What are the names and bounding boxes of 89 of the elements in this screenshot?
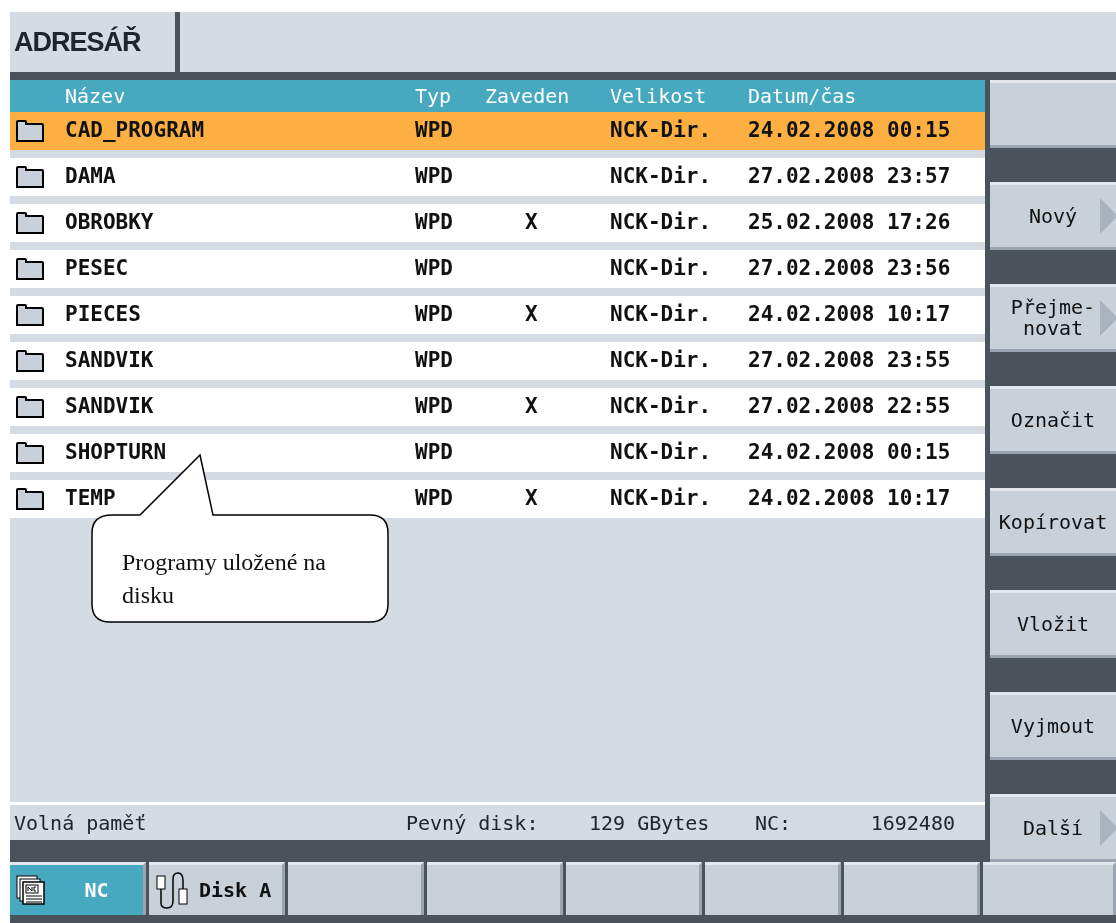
tab[interactable] — [566, 862, 702, 915]
memory-label: Volná paměť — [14, 809, 148, 837]
file-name: SHOPTURN — [65, 439, 168, 467]
file-size: NCK-Dir. — [610, 209, 713, 237]
folder-icon — [16, 488, 44, 511]
column-header: Velikost — [610, 83, 708, 110]
folder-icon — [16, 442, 44, 465]
file-type: WPD — [415, 163, 454, 191]
folder-icon — [16, 396, 44, 419]
tab[interactable] — [844, 862, 980, 915]
folder-icon — [16, 212, 44, 235]
file-date: 24.02.2008 10:17 — [748, 485, 952, 513]
usb-cable-icon — [155, 871, 189, 909]
table-row[interactable]: SANDVIK WPD X NCK-Dir. 27.02.2008 22:55 — [10, 388, 985, 426]
table-row[interactable]: DAMA WPD NCK-Dir. 27.02.2008 23:57 — [10, 158, 985, 196]
file-name: CAD_PROGRAM — [65, 117, 206, 145]
file-name: TEMP — [65, 485, 117, 513]
file-type: WPD — [415, 255, 454, 283]
file-size: NCK-Dir. — [610, 117, 713, 145]
file-name: PESEC — [65, 255, 130, 283]
file-type: WPD — [415, 485, 454, 513]
softkey-button[interactable] — [990, 80, 1116, 148]
file-size: NCK-Dir. — [610, 163, 713, 191]
softkey-button[interactable]: Nový — [990, 182, 1116, 250]
loaded-mark: X — [524, 301, 539, 329]
file-type: WPD — [415, 301, 454, 329]
file-date: 27.02.2008 22:55 — [748, 393, 952, 421]
file-name: SANDVIK — [65, 393, 155, 421]
loaded-mark: X — [524, 393, 539, 421]
file-size: NCK-Dir. — [610, 255, 713, 283]
folder-icon — [16, 304, 44, 327]
table-row[interactable]: PIECES WPD X NCK-Dir. 24.02.2008 10:17 — [10, 296, 985, 334]
tab[interactable] — [705, 862, 841, 915]
softkey-button[interactable]: Další — [990, 794, 1116, 862]
table-row[interactable]: PESEC WPD NCK-Dir. 27.02.2008 23:56 — [10, 250, 985, 288]
file-size: NCK-Dir. — [610, 393, 713, 421]
table-row[interactable]: CAD_PROGRAM WPD NCK-Dir. 24.02.2008 00:15 — [10, 112, 985, 150]
file-type: WPD — [415, 439, 454, 467]
nc-documents-icon — [16, 875, 46, 905]
file-type: WPD — [415, 393, 454, 421]
table-row[interactable]: SHOPTURN WPD NCK-Dir. 24.02.2008 00:15 — [10, 434, 985, 472]
file-date: 25.02.2008 17:26 — [748, 209, 952, 237]
arrow-icon — [1100, 300, 1116, 336]
file-date: 24.02.2008 00:15 — [748, 117, 952, 145]
table-row[interactable]: OBROBKY WPD X NCK-Dir. 25.02.2008 17:26 — [10, 204, 985, 242]
file-type: WPD — [415, 117, 454, 145]
tab[interactable] — [427, 862, 563, 915]
file-date: 24.02.2008 00:15 — [748, 439, 952, 467]
file-name: SANDVIK — [65, 347, 155, 375]
column-header: Typ — [415, 83, 453, 110]
file-date: 27.02.2008 23:55 — [748, 347, 952, 375]
column-header: Datum/čas — [748, 83, 858, 110]
folder-icon — [16, 350, 44, 373]
file-size: NCK-Dir. — [610, 301, 713, 329]
file-date: 24.02.2008 10:17 — [748, 301, 952, 329]
nc-value: 1692480 — [869, 809, 955, 837]
callout-text: Programy uložené na disku — [122, 548, 327, 610]
column-header: Zaveden — [485, 83, 571, 110]
disk-label: Pevný disk: — [406, 809, 540, 837]
loaded-mark: X — [524, 485, 539, 513]
folder-icon — [16, 120, 44, 143]
tab[interactable]: Disk A — [149, 862, 285, 915]
file-size: NCK-Dir. — [610, 347, 713, 375]
softkey-button[interactable]: Vyjmout — [990, 692, 1116, 760]
column-header: Název — [65, 83, 127, 110]
table-row[interactable]: SANDVIK WPD NCK-Dir. 27.02.2008 23:55 — [10, 342, 985, 380]
softkey-button[interactable]: Označit — [990, 386, 1116, 454]
file-name: PIECES — [65, 301, 142, 329]
arrow-icon — [1100, 198, 1116, 234]
file-size: NCK-Dir. — [610, 439, 713, 467]
file-date: 27.02.2008 23:57 — [748, 163, 952, 191]
softkey-button[interactable]: Vložit — [990, 590, 1116, 658]
folder-icon — [16, 258, 44, 281]
file-name: OBROBKY — [65, 209, 155, 237]
window-title: ADRESÁŘ — [10, 12, 180, 72]
file-size: NCK-Dir. — [610, 485, 713, 513]
loaded-mark: X — [524, 209, 539, 237]
nc-label: NC: — [755, 809, 793, 837]
file-type: WPD — [415, 347, 454, 375]
softkey-button[interactable]: Přejme- novat — [990, 284, 1116, 352]
folder-icon — [16, 166, 44, 189]
file-date: 27.02.2008 23:56 — [748, 255, 952, 283]
softkey-button[interactable]: Kopírovat — [990, 488, 1116, 556]
file-type: WPD — [415, 209, 454, 237]
tab[interactable] — [983, 862, 1116, 915]
disk-value: 129 GBytes — [589, 809, 711, 837]
tab[interactable] — [288, 862, 424, 915]
file-name: DAMA — [65, 163, 117, 191]
table-row[interactable]: TEMP WPD X NCK-Dir. 24.02.2008 10:17 — [10, 480, 985, 518]
